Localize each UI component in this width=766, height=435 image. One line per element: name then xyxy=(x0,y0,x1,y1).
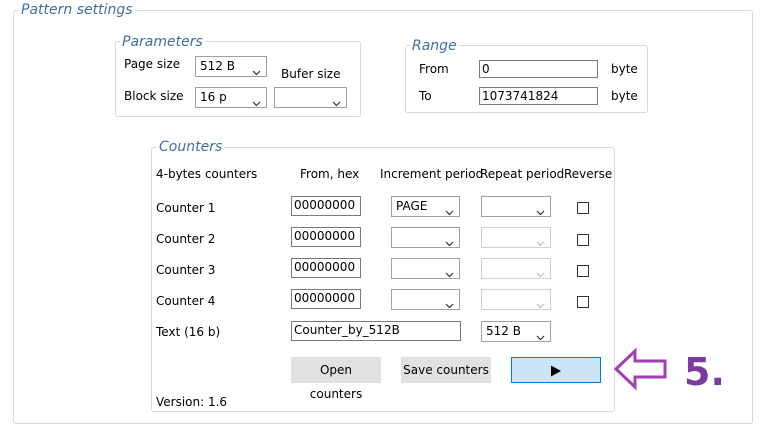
step-number-annotation: 5. xyxy=(684,350,725,394)
chevron-down-icon xyxy=(445,203,454,216)
page-size-label: Page size xyxy=(124,57,181,71)
bufer-size-select[interactable] xyxy=(274,87,347,108)
counter-2-from-input[interactable]: 00000000 xyxy=(291,227,361,247)
header-increment-period: Increment period xyxy=(380,167,484,181)
counter-3-repeat-select[interactable] xyxy=(481,258,551,279)
chevron-down-icon xyxy=(445,296,454,309)
header-from-hex: From, hex xyxy=(300,167,360,181)
header-counter-name: 4-bytes counters xyxy=(156,167,258,181)
counter-4-from-input[interactable]: 00000000 xyxy=(291,289,361,309)
counters-title: Counters xyxy=(157,139,225,155)
block-size-label: Block size xyxy=(124,89,184,103)
chevron-down-icon xyxy=(445,265,454,278)
counter-2-repeat-select[interactable] xyxy=(481,227,551,248)
counter-1-increment-value: PAGE xyxy=(396,199,428,213)
counter-2-label: Counter 2 xyxy=(156,232,216,246)
header-reverse: Reverse xyxy=(564,167,613,181)
range-from-unit: byte xyxy=(611,62,638,76)
version-label: Version: 1.6 xyxy=(156,395,228,409)
counter-1-increment-select[interactable]: PAGE xyxy=(391,196,460,217)
text-size-select[interactable]: 512 B xyxy=(481,321,551,342)
counter-1-reverse-checkbox[interactable] xyxy=(577,202,589,214)
text-size-value: 512 B xyxy=(486,324,521,338)
run-button[interactable] xyxy=(511,357,601,383)
text-input[interactable]: Counter_by_512B xyxy=(291,321,461,341)
arrow-left-outline-icon xyxy=(613,347,669,394)
text-label: Text (16 b) xyxy=(156,325,221,339)
range-title: Range xyxy=(410,38,459,54)
counter-4-reverse-checkbox[interactable] xyxy=(577,296,589,308)
chevron-down-icon xyxy=(536,328,545,341)
chevron-down-icon xyxy=(536,296,545,309)
chevron-down-icon xyxy=(445,234,454,247)
pattern-settings-title: Pattern settings xyxy=(19,2,135,18)
counter-3-increment-select[interactable] xyxy=(391,258,460,279)
range-from-label: From xyxy=(419,62,449,76)
header-repeat-period: Repeat period xyxy=(480,167,565,181)
open-counters-button[interactable]: Open counters xyxy=(291,357,381,401)
counter-4-repeat-select[interactable] xyxy=(481,289,551,310)
counter-1-label: Counter 1 xyxy=(156,201,216,215)
counter-3-from-input[interactable]: 00000000 xyxy=(291,258,361,278)
counter-2-increment-select[interactable] xyxy=(391,227,460,248)
block-size-select[interactable]: 16 p xyxy=(195,87,267,108)
save-counters-button[interactable]: Save counters xyxy=(401,357,491,383)
block-size-value: 16 p xyxy=(200,90,227,104)
chevron-down-icon xyxy=(252,63,261,76)
counter-2-reverse-checkbox[interactable] xyxy=(577,234,589,246)
page-size-select[interactable]: 512 B xyxy=(195,56,267,77)
counter-1-repeat-select[interactable] xyxy=(481,196,551,217)
range-from-input[interactable]: 0 xyxy=(479,60,598,78)
chevron-down-icon xyxy=(536,203,545,216)
counter-4-label: Counter 4 xyxy=(156,294,216,308)
chevron-down-icon xyxy=(536,234,545,247)
chevron-down-icon xyxy=(536,265,545,278)
counter-1-from-input[interactable]: 00000000 xyxy=(291,196,361,216)
counter-4-increment-select[interactable] xyxy=(391,289,460,310)
counter-3-reverse-checkbox[interactable] xyxy=(577,265,589,277)
chevron-down-icon xyxy=(332,94,341,107)
counter-3-label: Counter 3 xyxy=(156,263,216,277)
range-to-input[interactable]: 1073741824 xyxy=(479,87,598,105)
range-to-label: To xyxy=(419,89,432,103)
page-size-value: 512 B xyxy=(200,59,235,73)
play-icon xyxy=(551,365,561,376)
chevron-down-icon xyxy=(252,94,261,107)
bufer-size-label: Bufer size xyxy=(281,67,341,81)
parameters-title: Parameters xyxy=(120,34,205,50)
range-to-unit: byte xyxy=(611,89,638,103)
